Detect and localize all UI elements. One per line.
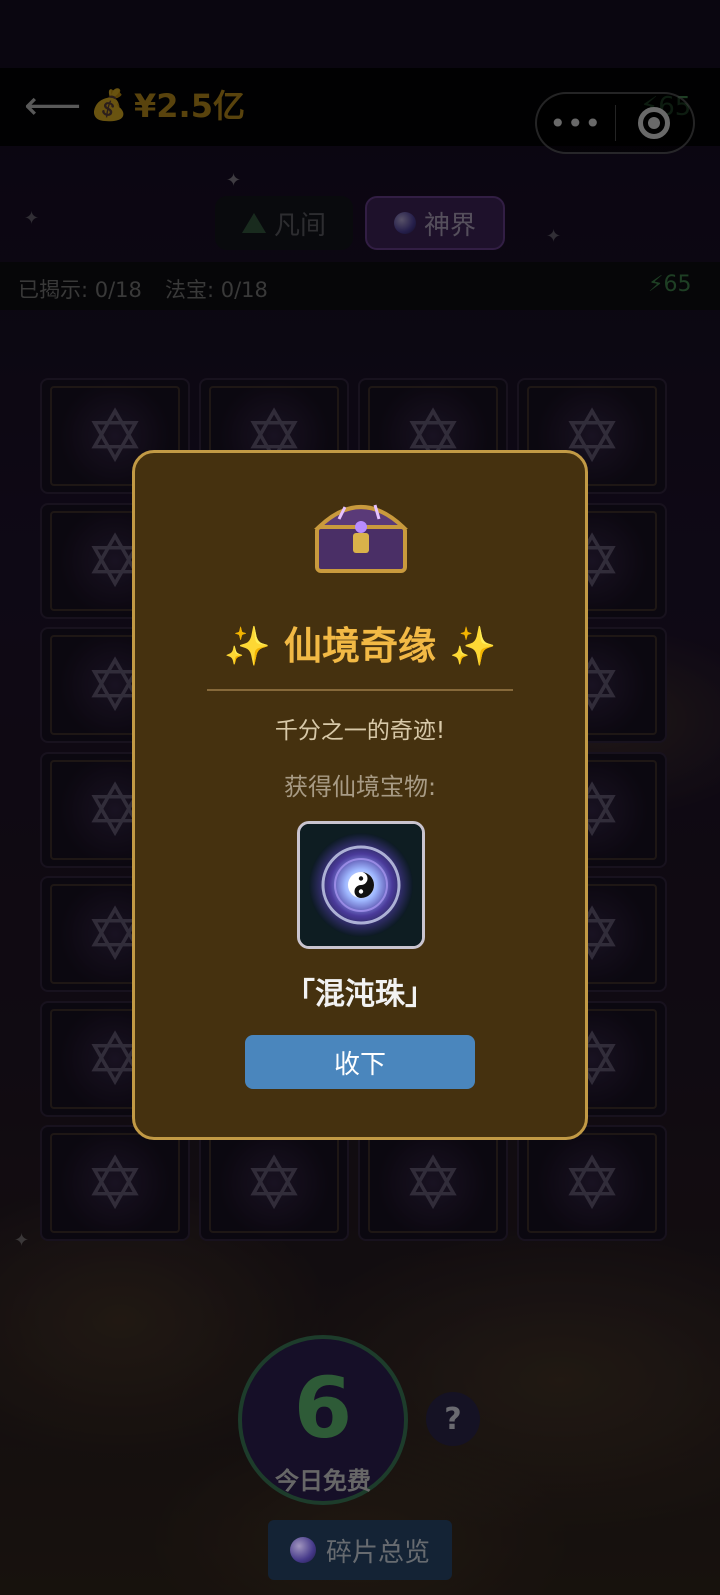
treasure-name: 「混沌珠」 — [285, 977, 435, 1012]
reward-modal: ✨ 仙境奇缘 ✨ 千分之一的奇迹! 获得仙境宝物: 「混沌珠」 收下 — [132, 450, 588, 1140]
modal-subtitle: 千分之一的奇迹! — [274, 718, 446, 744]
gain-label: 获得仙境宝物: — [283, 773, 437, 801]
fragments-overview-button[interactable]: 碎片总览 — [268, 1520, 452, 1580]
fragments-label: 碎片总览 — [325, 1537, 430, 1568]
free-label: 今日免费 — [275, 1467, 371, 1495]
free-count: 6 — [293, 1359, 353, 1457]
treasure-chest-icon — [313, 504, 409, 573]
orb-icon — [289, 1537, 316, 1563]
title-divider — [207, 689, 513, 691]
help-button[interactable]: ? — [426, 1392, 480, 1446]
free-draw-counter[interactable]: 6 今日免费 — [238, 1335, 408, 1505]
accept-button[interactable]: 收下 — [245, 1035, 475, 1089]
modal-title: ✨ 仙境奇缘 ✨ — [223, 624, 497, 668]
chaos-orb-icon — [297, 821, 425, 949]
